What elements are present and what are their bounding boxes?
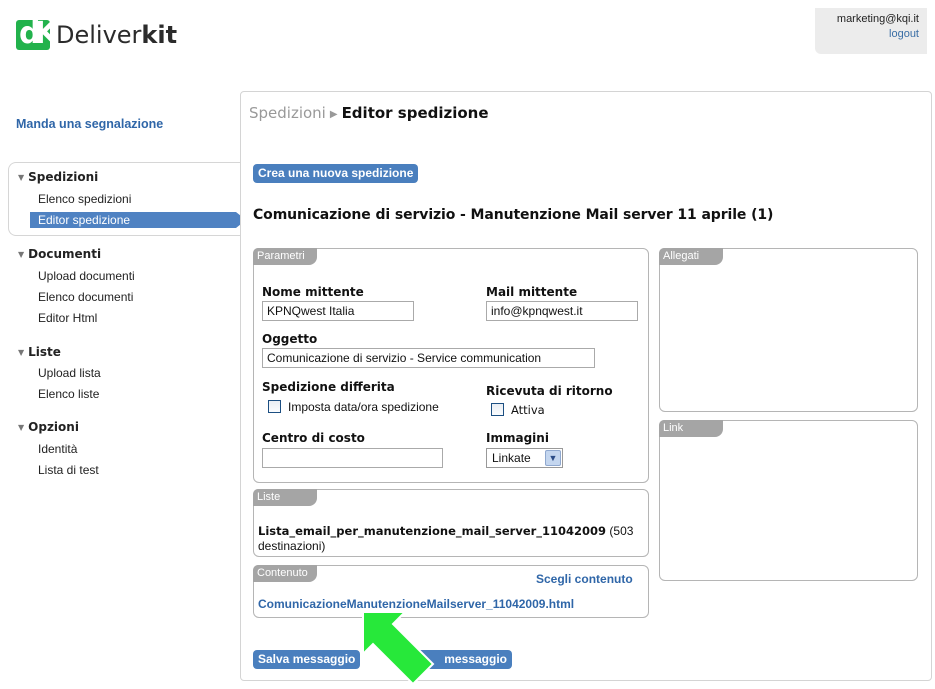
receipt-label: Ricevuta di ritorno [486, 384, 613, 398]
images-label: Immagini [486, 431, 549, 445]
report-link[interactable]: Manda una segnalazione [16, 117, 163, 131]
sidebar-item-upload-lista[interactable]: Upload lista [38, 366, 101, 380]
params-tab: Parametri [253, 248, 317, 265]
cost-center-label: Centro di costo [262, 431, 365, 445]
sidebar-item-elenco-spedizioni[interactable]: Elenco spedizioni [38, 192, 131, 206]
images-select-value: Linkate [492, 451, 531, 465]
deferred-checkbox[interactable] [268, 400, 281, 413]
nav-section-liste[interactable]: ▼ Liste [18, 345, 61, 359]
links-tab: Link [659, 420, 723, 437]
collapse-triangle-icon: ▼ [18, 250, 25, 259]
list-entry: Lista_email_per_manutenzione_mail_server… [258, 524, 646, 554]
green-pointer-arrow-icon [362, 611, 435, 686]
shipment-title: Comunicazione di servizio - Manutenzione… [253, 207, 774, 223]
user-panel: marketing@kqi.it logout [815, 8, 927, 54]
collapse-triangle-icon: ▼ [18, 173, 25, 182]
deliverkit-logo-icon: dK [16, 20, 50, 50]
sidebar-item-lista-di-test[interactable]: Lista di test [38, 463, 99, 477]
subject-field[interactable]: Comunicazione di servizio - Service comm… [262, 348, 595, 368]
app-logo[interactable]: dK Deliverkit [16, 20, 177, 50]
images-select[interactable]: Linkate ▼ [486, 448, 563, 468]
deferred-checkbox-label: Imposta data/ora spedizione [288, 400, 439, 414]
receipt-checkbox-label: Attiva [511, 403, 545, 417]
list-name: Lista_email_per_manutenzione_mail_server… [258, 524, 607, 538]
attachments-tab: Allegati [659, 248, 723, 265]
sender-name-field[interactable]: KPNQwest Italia [262, 301, 414, 321]
attachments-box: Allegati [659, 248, 918, 412]
nav-section-opzioni[interactable]: ▼ Opzioni [18, 420, 79, 434]
sidebar-item-elenco-liste[interactable]: Elenco liste [38, 387, 99, 401]
logout-link[interactable]: logout [815, 27, 919, 42]
cost-center-field[interactable] [262, 448, 443, 468]
nav-section-spedizioni[interactable]: ▼ Spedizioni [18, 170, 98, 184]
list-count-unit: destinazioni) [258, 539, 326, 553]
chevron-down-icon[interactable]: ▼ [545, 450, 561, 466]
sidebar-item-identita[interactable]: Identità [38, 442, 77, 456]
app-name: Deliverkit [56, 21, 178, 49]
collapse-triangle-icon: ▼ [18, 348, 25, 357]
lists-tab: Liste [253, 489, 317, 506]
deferred-label: Spedizione differita [262, 380, 395, 394]
sender-mail-field[interactable]: info@kpnqwest.it [486, 301, 638, 321]
sidebar-item-editor-html[interactable]: Editor Html [38, 311, 97, 325]
sender-name-label: Nome mittente [262, 285, 364, 299]
list-count: (503 [609, 524, 634, 538]
choose-content-link[interactable]: Scegli contenuto [536, 572, 633, 586]
save-message-button[interactable]: Salva messaggio [253, 650, 361, 669]
subject-label: Oggetto [262, 332, 318, 346]
breadcrumb-separator-icon: ▶ [329, 109, 338, 120]
sidebar-item-elenco-documenti[interactable]: Elenco documenti [38, 290, 133, 304]
breadcrumb-current: Editor spedizione [341, 104, 489, 122]
content-tab: Contenuto [253, 565, 317, 582]
links-box: Link [659, 420, 918, 581]
sender-mail-label: Mail mittente [486, 285, 578, 299]
sidebar-item-editor-spedizione[interactable]: Editor spedizione [30, 212, 246, 228]
user-email: marketing@kqi.it [836, 13, 919, 25]
sidebar-item-upload-documenti[interactable]: Upload documenti [38, 269, 135, 283]
collapse-triangle-icon: ▼ [18, 423, 25, 432]
nav-section-documenti[interactable]: ▼ Documenti [18, 247, 101, 261]
breadcrumb-parent[interactable]: Spedizioni [249, 104, 326, 122]
breadcrumb: Spedizioni ▶ Editor spedizione [249, 104, 489, 122]
receipt-checkbox[interactable] [491, 403, 504, 416]
new-shipment-button[interactable]: Crea una nuova spedizione [253, 164, 419, 183]
